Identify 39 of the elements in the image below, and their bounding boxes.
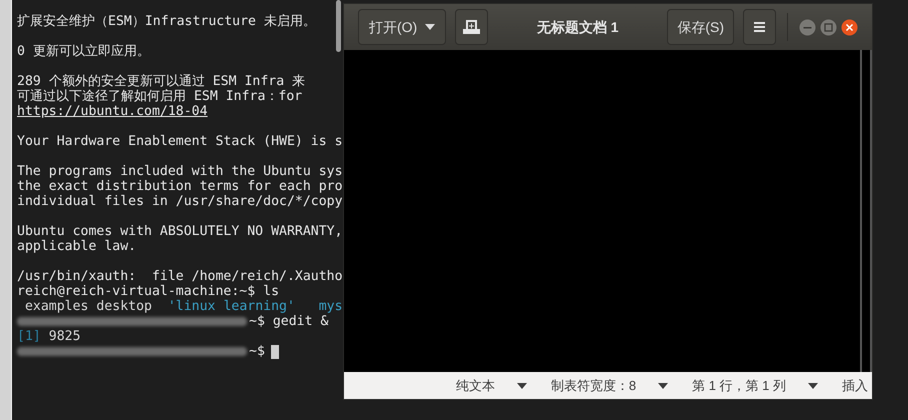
status-dropdown[interactable]: 纯文本 [456,376,527,396]
terminal-line: The programs included with the Ubuntu sys [17,164,343,179]
terminal-line: the exact distribution terms for each pro [17,179,343,194]
terminal-line: individual files in /usr/share/doc/*/copy [17,194,343,209]
terminal-line: reich@reich-virtual-machine:~$ ls [17,284,280,299]
status-text: 插入 [842,376,868,395]
link[interactable]: https://ubuntu.com/18-04 [17,104,208,119]
terminal-text: examples desktop [24,299,152,314]
terminal-line: 0 更新可以立即应用。 [17,44,150,59]
terminal-line: 扩展安全维护（ESM）Infrastructure 未启用。 [17,14,316,29]
window-title: 无标题文档 1 [536,18,619,36]
terminal-text: 9825 [48,329,81,344]
terminal-line: Ubuntu comes with ABSOLUTELY NO WARRANTY, [17,224,343,239]
minimize-icon[interactable] [799,18,816,36]
terminal-line: /usr/bin/xauth: file /home/reich/.Xautho [17,269,343,284]
close-icon[interactable] [841,18,858,36]
new-tab-icon [463,19,480,35]
terminal-text: mys [318,299,343,314]
open-button[interactable]: 打开(O) [358,9,446,45]
status-dropdown[interactable]: 制表符宽度：8 [550,376,668,396]
terminal-line: ~$ gedit & [249,314,328,329]
new-tab-button[interactable] [455,9,488,45]
menu-icon [754,22,765,32]
terminal-text: 'linux learning' [166,299,295,314]
terminal-line: 可通过以下途径了解如何启用 ESM Infra：for [17,89,302,104]
terminal-line: 289 个额外的安全更新可以通过 ESM Infra 来 [17,74,306,89]
scrollbar[interactable] [860,50,872,372]
menu-button[interactable] [743,9,776,45]
caret-icon [425,24,436,30]
terminal-line: Your Hardware Enablement Stack (HWE) is s [17,134,343,149]
caret-icon [658,382,668,388]
status-dropdown[interactable]: 第 1 行，第 1 列 [692,376,818,396]
terminal-text: [1] [17,329,41,344]
terminal-line: applicable law. [17,239,136,254]
caret-icon [516,382,527,388]
terminal-line: ~$ [249,344,265,359]
save-button[interactable]: 保存(S) [667,9,734,45]
scrollbar[interactable] [336,0,341,52]
caret-icon [808,382,818,388]
